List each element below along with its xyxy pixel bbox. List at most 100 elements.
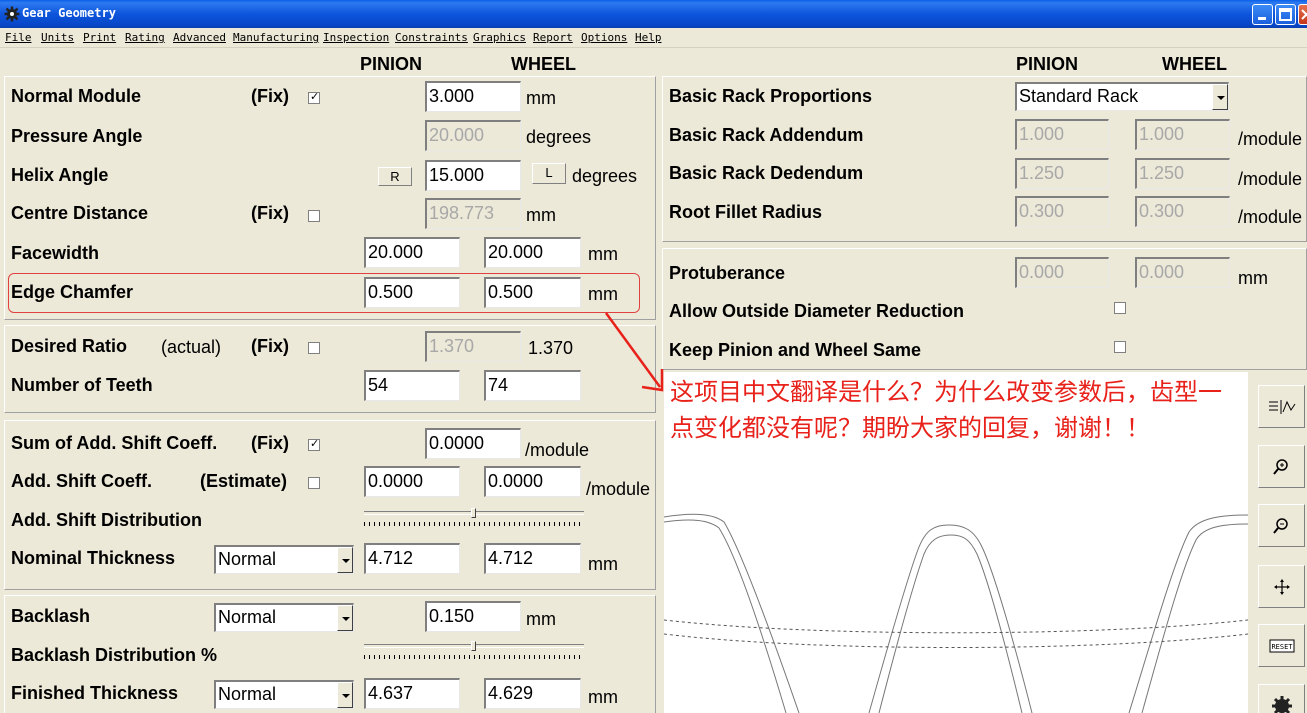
menu-print[interactable]: Print [83,31,116,44]
helix-angle-input[interactable]: 15.000 [425,160,521,191]
normal-module-fix-checkbox[interactable] [308,90,320,104]
gear-app-icon [4,6,20,22]
wheel-header-left: WHEEL [511,54,576,74]
sum-add-shift-input[interactable]: 0.0000 [425,428,521,459]
facewidth-wheel-input[interactable]: 20.000 [484,237,581,268]
nominal-thickness-wheel-input[interactable]: 4.712 [484,543,581,574]
chevron-down-icon[interactable] [337,547,353,573]
pressure-angle-input: 20.000 [425,120,521,151]
chart-tool-button[interactable] [1258,385,1305,428]
edge-chamfer-unit: mm [588,284,618,304]
protuberance-unit: mm [1238,268,1268,288]
menu-constraints[interactable]: Constraints [395,31,468,44]
backlash-input[interactable]: 0.150 [425,601,521,632]
menu-bar: File Units Print Rating Advanced Manufac… [0,28,1307,48]
helix-right-hand-button[interactable]: R [378,167,412,186]
zoom-out-button[interactable] [1258,504,1305,547]
chart-icon [1268,399,1295,414]
menu-file[interactable]: File [5,31,32,44]
normal-module-unit: mm [526,88,556,108]
pinion-header-left: PINION [360,54,423,74]
menu-rating[interactable]: Rating [125,31,165,44]
title-bar[interactable]: Gear Geometry [0,0,1307,28]
backlash-unit: mm [526,609,556,629]
maximize-button[interactable] [1275,4,1296,25]
keep-same-label: Keep Pinion and Wheel Same [669,340,922,360]
chevron-down-icon[interactable] [1212,84,1228,110]
menu-inspection[interactable]: Inspection [323,31,389,44]
centre-distance-fix-checkbox[interactable] [308,210,320,222]
pan-button[interactable] [1258,565,1305,608]
facewidth-unit: mm [588,244,618,264]
gear-icon [1271,696,1292,713]
edge-chamfer-pinion-input[interactable]: 0.500 [364,277,460,308]
gear-tool-button[interactable] [1258,684,1305,713]
menu-graphics[interactable]: Graphics [473,31,526,44]
add-shift-label: Add. Shift Coeff. [11,471,152,491]
pressure-angle-label: Pressure Angle [11,126,143,146]
normal-module-input[interactable]: 3.000 [425,81,521,112]
keep-same-checkbox[interactable] [1114,341,1126,353]
sum-add-shift-fix-checkbox[interactable] [308,437,320,451]
basic-rack-proportions-select[interactable]: Standard Rack [1015,82,1229,111]
pinion-teeth-input[interactable]: 54 [364,370,460,401]
backlash-slider-thumb[interactable] [471,641,476,651]
backlash-select-value: Normal [218,607,277,627]
annotation-question: 这项目中文翻译是什么？为什么改变参数后，齿型一点变化都没有呢？期盼大家的回复，谢… [670,378,1222,442]
basic-rack-addendum-label: Basic Rack Addendum [669,125,864,145]
reset-view-button[interactable]: RESET [1258,624,1305,667]
reset-icon: RESET [1269,639,1294,652]
zoom-in-button[interactable] [1258,445,1305,488]
root-fillet-pinion-input: 0.300 [1015,196,1109,227]
root-fillet-radius-label: Root Fillet Radius [669,202,822,222]
sum-add-shift-label: Sum of Add. Shift Coeff. [11,433,218,453]
menu-units[interactable]: Units [41,31,74,44]
finished-thickness-select[interactable]: Normal [214,680,354,709]
menu-report[interactable]: Report [533,31,573,44]
backlash-distribution-slider[interactable] [364,641,584,663]
facewidth-label: Facewidth [11,243,100,263]
add-shift-pinion-input[interactable]: 0.0000 [364,466,460,497]
nominal-thickness-pinion-input[interactable]: 4.712 [364,543,460,574]
menu-advanced[interactable]: Advanced [173,31,226,44]
dedendum-unit: /module [1238,169,1303,189]
minimize-icon [1258,17,1266,20]
add-shift-wheel-input[interactable]: 0.0000 [484,466,581,497]
menu-options[interactable]: Options [581,31,627,44]
finished-thickness-wheel-input[interactable]: 4.629 [484,678,581,709]
close-button[interactable] [1298,4,1307,25]
add-shift-slider-ticks [364,522,584,526]
allow-od-reduction-label: Allow Outside Diameter Reduction [669,301,965,321]
nominal-thickness-select[interactable]: Normal [214,545,354,574]
root-fillet-wheel-input: 0.300 [1135,196,1230,227]
basic-rack-proportions-value: Standard Rack [1019,86,1139,106]
add-shift-distribution-slider[interactable] [364,508,584,530]
minimize-button[interactable] [1252,4,1273,25]
facewidth-pinion-input[interactable]: 20.000 [364,237,460,268]
wheel-teeth-input[interactable]: 74 [484,370,581,401]
basic-rack-dedendum-label: Basic Rack Dedendum [669,163,864,183]
edge-chamfer-label: Edge Chamfer [11,282,134,302]
nominal-thickness-unit: mm [588,554,618,574]
backlash-select[interactable]: Normal [214,603,354,632]
dedendum-pinion-input: 1.250 [1015,158,1109,189]
allow-od-reduction-checkbox[interactable] [1114,302,1126,314]
menu-help[interactable]: Help [635,31,662,44]
add-shift-estimate-checkbox[interactable] [308,477,320,489]
finished-thickness-label: Finished Thickness [11,683,179,703]
finished-thickness-unit: mm [588,687,618,707]
finished-thickness-pinion-input[interactable]: 4.637 [364,678,460,709]
sum-add-shift-fix-label: (Fix) [251,433,289,453]
chevron-down-icon[interactable] [337,605,353,631]
wheel-header-right: WHEEL [1162,54,1227,74]
menu-manufacturing[interactable]: Manufacturing [233,31,319,44]
desired-ratio-fix-checkbox[interactable] [308,342,320,354]
chevron-down-icon[interactable] [337,682,353,708]
number-of-teeth-label: Number of Teeth [11,375,153,395]
add-shift-estimate-label: (Estimate) [200,471,288,491]
helix-angle-unit: degrees [572,166,638,186]
add-shift-slider-thumb[interactable] [471,508,476,518]
edge-chamfer-wheel-input[interactable]: 0.500 [484,277,581,308]
annotation-arrow-icon [604,312,664,392]
helix-left-hand-button[interactable]: L [532,163,566,184]
